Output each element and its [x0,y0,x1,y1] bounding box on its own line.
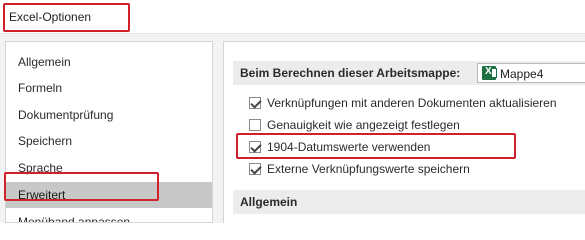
precision-checkbox[interactable] [249,119,261,131]
nav-item-menueband-anpassen[interactable]: Menüband anpassen [6,209,212,223]
window-title: Excel-Optionen [9,10,92,24]
date-1904-checkbox[interactable] [249,141,261,153]
options-content: Allgemein Formeln Dokumentprüfung Speich… [0,34,585,223]
nav-item-label: Menüband anpassen [18,215,131,223]
nav-item-sprache[interactable]: Sprache [6,155,212,181]
option-label: Genauigkeit wie angezeigt festlegen [267,118,460,132]
nav-item-erweitert[interactable]: Erweitert [6,182,212,208]
option-label: Externe Verknüpfungswerte speichern [267,162,470,176]
calc-section-label: Beim Berechnen dieser Arbeitsmappe: [240,66,461,80]
nav-item-formeln[interactable]: Formeln [6,75,212,101]
update-links-checkbox[interactable] [249,97,261,109]
general-section-header: Allgemein [233,190,585,214]
title-bar: Excel-Optionen [0,0,585,34]
external-links-checkbox[interactable] [249,163,261,175]
option-label: 1904-Datumswerte verwenden [267,140,431,154]
nav-item-label: Speichern [18,134,73,148]
advanced-options-panel: Beim Berechnen dieser Arbeitsmappe: Mapp… [223,41,585,223]
nav-item-label: Sprache [18,161,63,175]
general-section-label: Allgemein [240,195,298,209]
workbook-select[interactable]: Mappe4 [477,63,585,83]
options-nav: Allgemein Formeln Dokumentprüfung Speich… [5,41,213,223]
nav-item-allgemein[interactable]: Allgemein [6,49,212,75]
nav-item-label: Formeln [18,81,63,95]
workbook-name: Mappe4 [500,67,544,81]
nav-item-label: Dokumentprüfung [18,108,114,122]
excel-workbook-icon [482,66,497,80]
option-label: Verknüpfungen mit anderen Dokumenten akt… [267,96,557,110]
nav-item-label: Allgemein [18,55,71,69]
nav-item-label: Erweitert [18,188,66,202]
nav-item-dokumentpruefung[interactable]: Dokumentprüfung [6,102,212,128]
nav-item-speichern[interactable]: Speichern [6,128,212,154]
calc-section-header: Beim Berechnen dieser Arbeitsmappe: Mapp… [233,61,585,85]
